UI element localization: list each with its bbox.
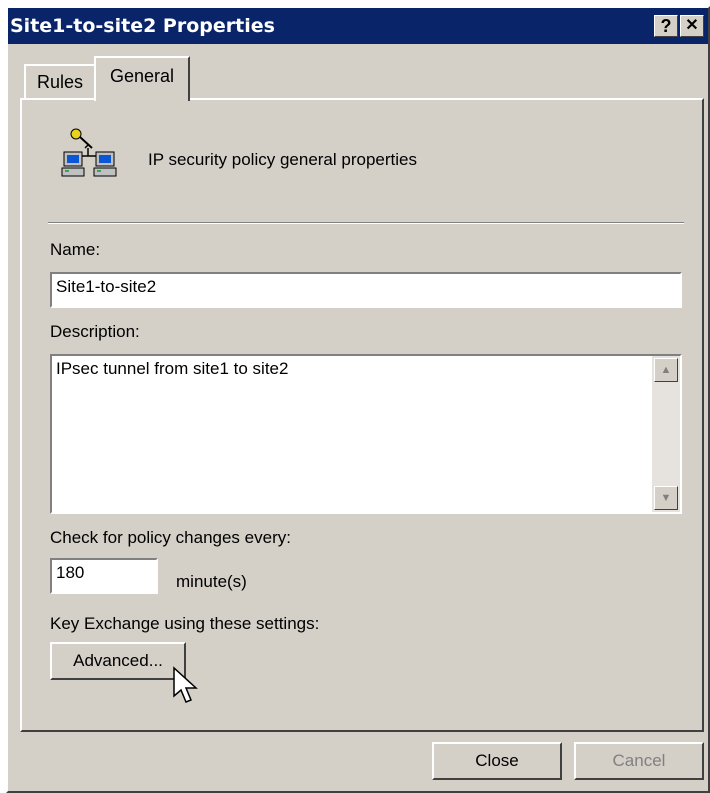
scroll-up-arrow-icon[interactable]: ▲: [654, 358, 678, 382]
tab-general[interactable]: General: [94, 56, 190, 101]
help-button[interactable]: ?: [654, 15, 678, 37]
name-label: Name:: [50, 240, 101, 259]
close-window-button[interactable]: ✕: [680, 15, 704, 37]
close-button[interactable]: Close: [432, 742, 562, 780]
advanced-button[interactable]: Advanced...: [50, 642, 186, 680]
scroll-down-arrow-icon[interactable]: ▼: [654, 486, 678, 510]
check-interval-label: Check for policy changes every:: [50, 528, 291, 547]
key-exchange-label: Key Exchange using these settings:: [50, 614, 320, 633]
tab-rules[interactable]: Rules: [24, 64, 96, 98]
description-label: Description:: [50, 322, 140, 341]
title-bar[interactable]: Site1-to-site2 Properties ? ✕: [8, 8, 708, 44]
properties-dialog: Site1-to-site2 Properties ? ✕ Rules Gene…: [6, 6, 710, 793]
description-text: IPsec tunnel from site1 to site2: [56, 359, 289, 378]
mouse-cursor-icon: [172, 666, 200, 708]
description-field[interactable]: IPsec tunnel from site1 to site2: [50, 354, 682, 514]
check-interval-field[interactable]: 180: [50, 558, 158, 594]
header-text: IP security policy general properties: [148, 150, 417, 169]
window-title: Site1-to-site2 Properties: [10, 15, 275, 37]
tab-general-label: General: [109, 66, 175, 86]
ip-security-policy-icon: [58, 126, 120, 180]
check-interval-unit: minute(s): [176, 572, 247, 591]
name-field[interactable]: Site1-to-site2: [50, 272, 682, 308]
tab-rules-label: Rules: [36, 72, 84, 92]
cancel-button[interactable]: Cancel: [574, 742, 704, 780]
